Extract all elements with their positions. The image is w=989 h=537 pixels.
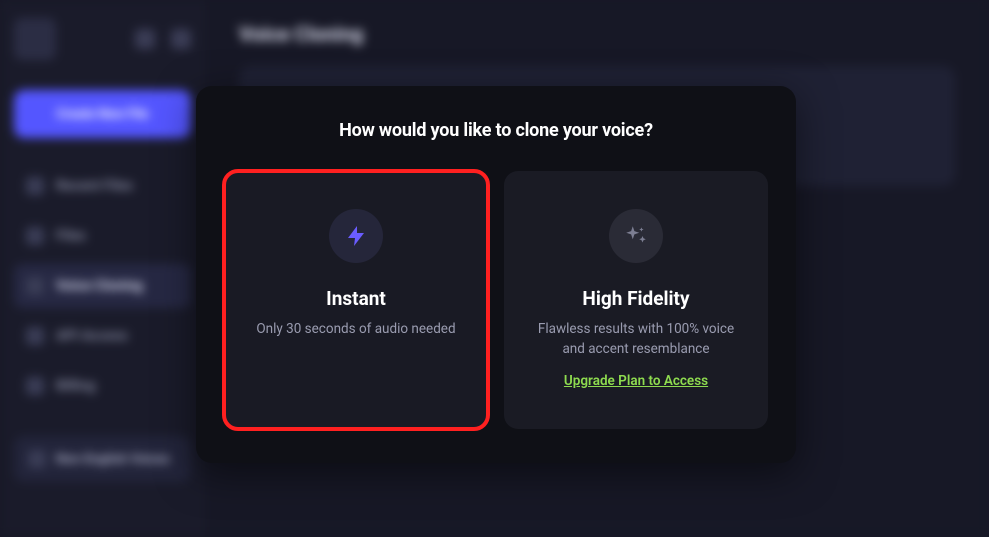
sidebar-item-label: Files [56,228,86,244]
sparkles-icon [623,223,649,249]
globe-icon [28,450,46,468]
sidebar: Create New File Recent Files Files Voice… [0,0,205,537]
instant-card[interactable]: Instant Only 30 seconds of audio needed [224,171,488,429]
high-fidelity-card-desc: Flawless results with 100% voice and acc… [531,320,741,359]
lightning-icon [344,224,368,248]
create-new-file-label: Create New File [57,107,149,122]
sidebar-item-billing[interactable]: Billing [14,364,191,408]
card-icon [26,377,44,395]
instant-card-desc: Only 30 seconds of audio needed [256,320,455,340]
high-fidelity-card-title: High Fidelity [582,287,689,310]
discord-icon[interactable] [171,29,191,49]
high-fidelity-icon-wrap [609,209,663,263]
clock-icon [26,177,44,195]
create-new-file-button[interactable]: Create New File [14,90,191,138]
clone-method-cards: Instant Only 30 seconds of audio needed … [224,171,768,429]
sidebar-item-label: Voice Cloning [56,278,143,294]
app-logo [14,18,56,60]
upgrade-plan-link[interactable]: Upgrade Plan to Access [564,373,708,389]
high-fidelity-card[interactable]: High Fidelity Flawless results with 100%… [504,171,768,429]
brand-row [14,18,191,60]
sidebar-item-api-access[interactable]: API Access [14,314,191,358]
sidebar-item-label: Recent Files [56,178,133,194]
sidebar-item-label: Billing [56,378,95,394]
sidebar-item-recent-files[interactable]: Recent Files [14,164,191,208]
sidebar-nonenglish-voices[interactable]: Non-English Voices [14,436,191,482]
sidebar-item-voice-cloning[interactable]: Voice Cloning [14,264,191,308]
x-twitter-icon[interactable] [135,29,155,49]
sidebar-nonenglish-label: Non-English Voices [56,452,170,467]
wave-icon [26,277,44,295]
folder-icon [26,227,44,245]
sidebar-item-files[interactable]: Files [14,214,191,258]
page-title: Voice Cloning [239,22,955,46]
clone-voice-modal: How would you like to clone your voice? … [196,86,796,463]
key-icon [26,327,44,345]
sidebar-item-label: API Access [56,328,128,344]
modal-title: How would you like to clone your voice? [224,120,768,141]
instant-card-title: Instant [326,287,386,310]
instant-icon-wrap [329,209,383,263]
